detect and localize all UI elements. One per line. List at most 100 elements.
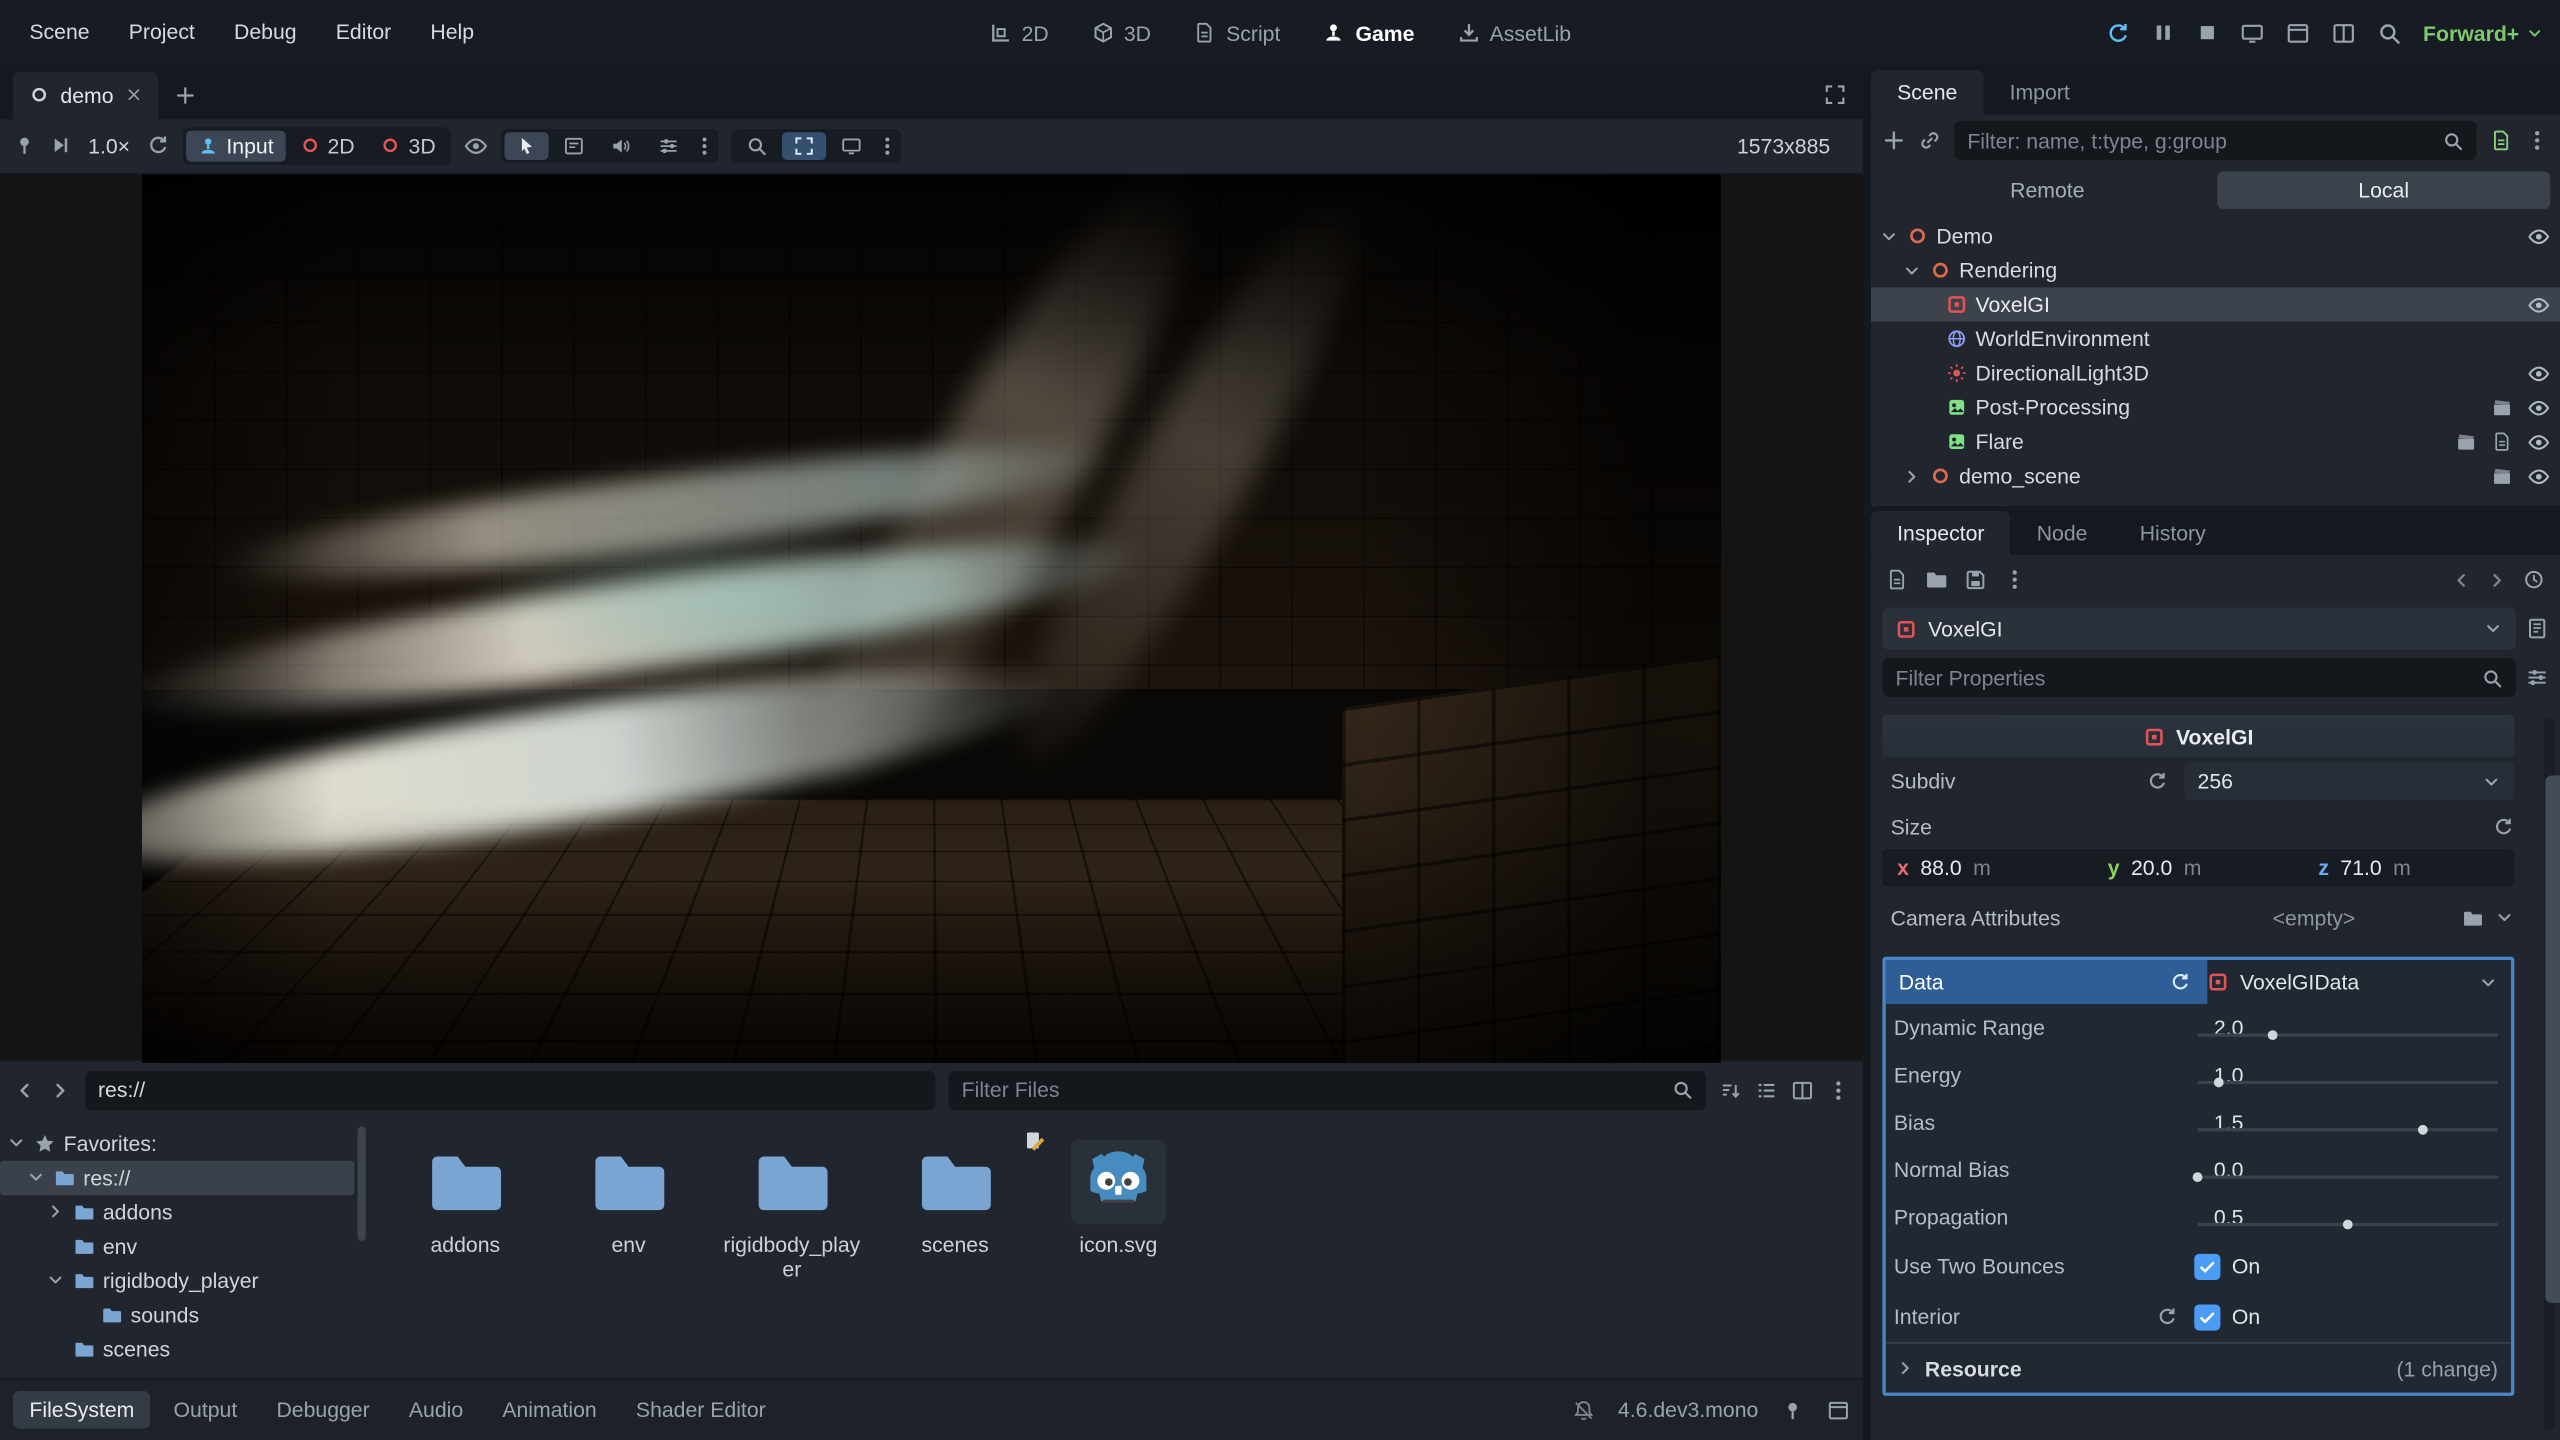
menu-editor[interactable]: Editor bbox=[316, 0, 411, 65]
chevron-down-icon[interactable] bbox=[46, 1271, 66, 1291]
scrollbar-thumb[interactable] bbox=[2545, 775, 2560, 1302]
slider-track[interactable] bbox=[2198, 1128, 2498, 1131]
load-resource-icon[interactable] bbox=[1925, 568, 1948, 591]
local-button[interactable]: Local bbox=[2217, 171, 2550, 209]
next-frame-icon[interactable] bbox=[49, 134, 72, 157]
panel-audio[interactable]: Audio bbox=[393, 1391, 480, 1429]
more-options-icon[interactable] bbox=[694, 135, 715, 156]
menu-help[interactable]: Help bbox=[411, 0, 494, 65]
file-tile-scenes[interactable]: scenes bbox=[880, 1139, 1030, 1258]
new-scene-tab-icon[interactable] bbox=[174, 85, 195, 106]
workspace-assetlib[interactable]: AssetLib bbox=[1457, 20, 1571, 44]
camera-override-eye-icon[interactable] bbox=[463, 134, 487, 158]
camera-attributes-picker[interactable]: <empty> bbox=[2211, 905, 2515, 929]
visibility-eye-icon[interactable] bbox=[2527, 293, 2550, 316]
tree-scrollbar[interactable] bbox=[358, 1126, 366, 1240]
3d-mode-toggle[interactable]: 3D bbox=[369, 130, 447, 161]
tab-scene[interactable]: Scene bbox=[1871, 70, 1983, 114]
tab-history[interactable]: History bbox=[2114, 511, 2232, 555]
scene-filter-input[interactable]: Filter: name, t:type, g:group bbox=[1954, 121, 2476, 160]
tree-node-rendering[interactable]: Rendering bbox=[1871, 253, 2560, 287]
fs-tree-item-scenes[interactable]: scenes bbox=[0, 1332, 367, 1366]
workspace-game[interactable]: Game bbox=[1323, 20, 1415, 44]
data-label-cell[interactable]: Data bbox=[1886, 960, 2208, 1004]
revert-icon[interactable] bbox=[2170, 971, 2191, 992]
visibility-eye-icon[interactable] bbox=[2527, 464, 2550, 487]
object-selector[interactable]: VoxelGI bbox=[1882, 607, 2515, 649]
file-tile-env[interactable]: env bbox=[553, 1139, 703, 1258]
instance-scene-icon[interactable] bbox=[1918, 129, 1941, 152]
attach-script-icon[interactable] bbox=[2490, 129, 2513, 152]
panel-shader-editor[interactable]: Shader Editor bbox=[620, 1391, 782, 1429]
float-window-icon[interactable] bbox=[2286, 20, 2310, 44]
interior-checkbox[interactable]: On bbox=[2194, 1304, 2511, 1330]
open-instance-icon[interactable] bbox=[2491, 465, 2512, 486]
file-tile-icon-svg[interactable]: icon.svg bbox=[1043, 1139, 1193, 1258]
fs-tree-item-favorites[interactable]: Favorites: bbox=[0, 1126, 367, 1160]
slider-grabber[interactable] bbox=[2214, 1078, 2224, 1088]
fs-tree-item-res[interactable]: res:// bbox=[0, 1161, 354, 1195]
open-docs-icon[interactable] bbox=[2526, 617, 2549, 640]
chevron-down-icon[interactable] bbox=[7, 1134, 27, 1154]
checkbox-checked[interactable] bbox=[2194, 1253, 2220, 1279]
energy-spinbox[interactable]: 1.0 bbox=[2194, 1063, 2511, 1087]
save-resource-icon[interactable] bbox=[1964, 568, 1987, 591]
checkbox-checked[interactable] bbox=[2194, 1304, 2220, 1330]
chevron-right-icon[interactable] bbox=[1902, 466, 1922, 486]
tree-node-demo-scene[interactable]: demo_scene bbox=[1871, 459, 2560, 493]
file-tile-rigidbody-player[interactable]: rigidbody_player bbox=[717, 1139, 867, 1282]
visibility-eye-icon[interactable] bbox=[2527, 224, 2550, 247]
close-tab-icon[interactable] bbox=[125, 87, 141, 103]
revert-icon[interactable] bbox=[2493, 816, 2514, 837]
panel-output[interactable]: Output bbox=[157, 1391, 253, 1429]
open-instance-icon[interactable] bbox=[2491, 397, 2512, 418]
fs-tree-item-sounds[interactable]: sounds bbox=[0, 1298, 367, 1332]
filter-properties-input[interactable]: Filter Properties bbox=[1882, 658, 2515, 697]
tree-node-worldenvironment[interactable]: WorldEnvironment bbox=[1871, 322, 2560, 356]
filesystem-menu-icon[interactable] bbox=[1827, 1079, 1850, 1102]
tab-node[interactable]: Node bbox=[2011, 511, 2114, 555]
pin-bottom-panel-icon[interactable] bbox=[1781, 1398, 1804, 1421]
remote-button[interactable]: Remote bbox=[1881, 171, 2214, 209]
expand-viewport-icon[interactable] bbox=[1824, 83, 1847, 106]
renderer-select[interactable]: Forward+ bbox=[2423, 20, 2544, 44]
zoom-to-fit-icon[interactable] bbox=[734, 132, 778, 160]
subdiv-dropdown[interactable]: 256 bbox=[2184, 762, 2514, 800]
chevron-down-icon[interactable] bbox=[2495, 908, 2515, 928]
tab-import[interactable]: Import bbox=[1983, 70, 2095, 114]
script-icon[interactable] bbox=[2491, 431, 2512, 452]
slider-grabber[interactable] bbox=[2343, 1220, 2353, 1230]
nav-forward-icon[interactable] bbox=[49, 1079, 72, 1102]
size-x-field[interactable]: x 88.0 m bbox=[1882, 856, 2093, 880]
fs-tree-item-rigidbody-player[interactable]: rigidbody_player bbox=[0, 1263, 367, 1297]
open-instance-icon[interactable] bbox=[2456, 431, 2477, 452]
fullscreen-icon[interactable] bbox=[829, 132, 873, 160]
resource-group-header[interactable]: Resource (1 change) bbox=[1886, 1342, 2511, 1393]
stop-icon[interactable] bbox=[2196, 21, 2219, 44]
propagation-spinbox[interactable]: 0.5 bbox=[2194, 1205, 2511, 1229]
chevron-down-icon[interactable] bbox=[1902, 260, 1922, 280]
select-mode-icon[interactable] bbox=[504, 132, 548, 160]
2d-mode-toggle[interactable]: 2D bbox=[288, 130, 366, 161]
slider-track[interactable] bbox=[2198, 1176, 2498, 1179]
panel-debugger[interactable]: Debugger bbox=[260, 1391, 386, 1429]
slider-grabber[interactable] bbox=[2193, 1172, 2203, 1182]
data-resource-picker[interactable]: VoxelGIData bbox=[2207, 970, 2511, 994]
slider-grabber[interactable] bbox=[2418, 1125, 2428, 1135]
view-list-icon[interactable] bbox=[1755, 1079, 1778, 1102]
tab-inspector[interactable]: Inspector bbox=[1871, 511, 2011, 555]
path-breadcrumb[interactable]: res:// bbox=[85, 1071, 936, 1110]
game-audio-icon[interactable] bbox=[599, 132, 643, 160]
resource-menu-icon[interactable] bbox=[2003, 568, 2026, 591]
pin-icon[interactable] bbox=[13, 134, 36, 157]
chevron-down-icon[interactable] bbox=[1879, 226, 1899, 246]
slider-track[interactable] bbox=[2198, 1033, 2498, 1036]
fs-tree-item-env[interactable]: env bbox=[0, 1229, 367, 1263]
menu-project[interactable]: Project bbox=[109, 0, 214, 65]
history-back-icon[interactable] bbox=[2451, 569, 2472, 590]
load-folder-icon[interactable] bbox=[2462, 907, 2483, 928]
visibility-eye-icon[interactable] bbox=[2527, 362, 2550, 385]
chevron-right-icon[interactable] bbox=[46, 1202, 66, 1222]
tree-node-post-processing[interactable]: Post-Processing bbox=[1871, 390, 2560, 424]
tree-node-demo[interactable]: Demo bbox=[1871, 219, 2560, 253]
